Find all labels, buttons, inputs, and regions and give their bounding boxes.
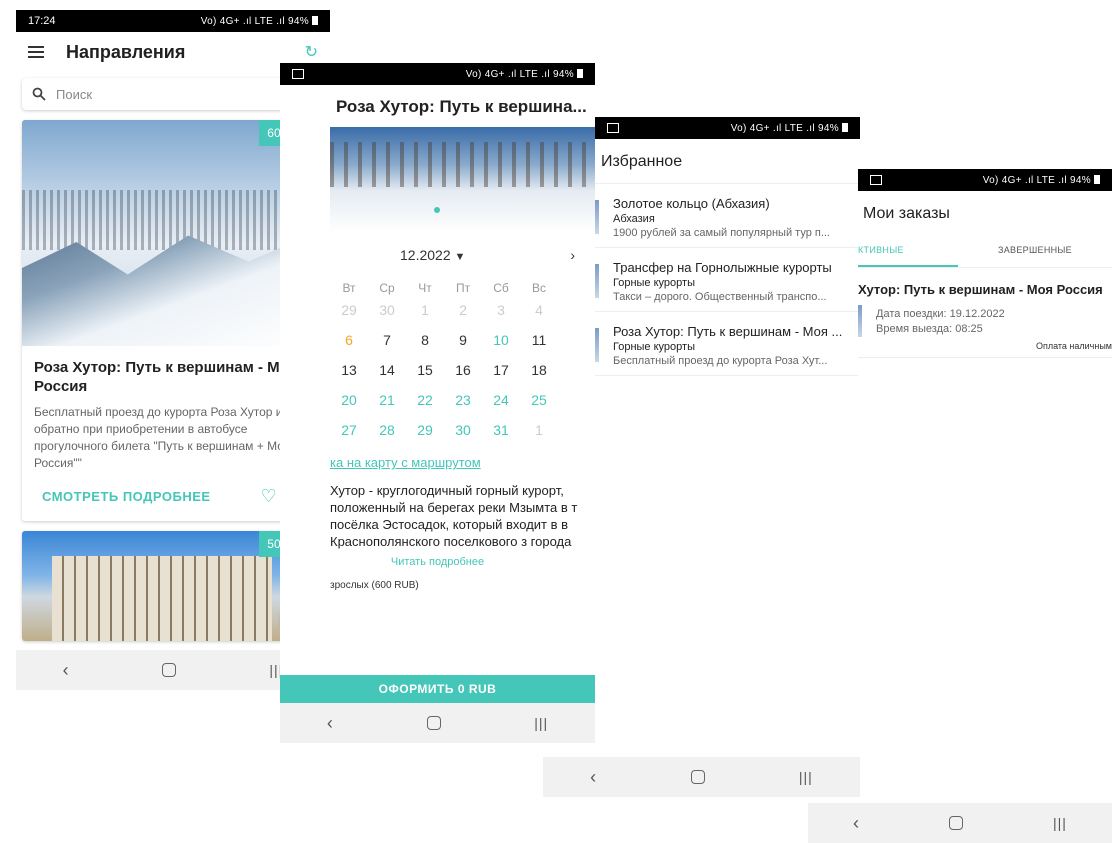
calendar-day: 30 <box>379 302 395 318</box>
home-icon[interactable] <box>690 770 705 784</box>
order-time: Время выезда: 08:25 <box>876 323 983 335</box>
menu-icon[interactable] <box>28 46 44 58</box>
back-icon[interactable]: ‹ <box>590 767 596 788</box>
home-icon[interactable] <box>949 816 964 830</box>
calendar-day[interactable]: 15 <box>406 355 444 385</box>
calendar-day[interactable]: 31 <box>482 415 520 445</box>
back-icon[interactable]: ‹ <box>327 713 333 734</box>
calendar-day[interactable]: 29 <box>406 415 444 445</box>
tour-title: Роза Хутор: Путь к вершинам - Моя Россия <box>34 359 298 395</box>
orders-tabs: КТИВНЫЕ ЗАВЕРШЕННЫЕ <box>858 235 1112 268</box>
calendar-day[interactable]: 14 <box>368 355 406 385</box>
order-title[interactable]: Хутор: Путь к вершинам - Моя Россия <box>858 268 1112 305</box>
gallery-icon <box>870 175 882 185</box>
favorite-thumbnail <box>595 264 599 298</box>
home-icon[interactable] <box>426 716 441 730</box>
calendar-day[interactable]: 27 <box>330 415 368 445</box>
heart-icon[interactable]: ♡ <box>261 486 277 507</box>
calendar-day[interactable]: 20 <box>330 385 368 415</box>
tour-image: 600 RUB <box>22 120 324 346</box>
month-selector[interactable]: 12.2022 ▼ <box>400 247 465 263</box>
status-bar: Vo) 4G+ .ıl LTE .ıl 94% <box>858 169 1112 191</box>
page-title: Направления <box>66 41 186 62</box>
calendar-day[interactable]: 7 <box>368 325 406 355</box>
tour-image: 500 RUB <box>22 531 324 641</box>
weekday-label: Пт <box>455 281 471 295</box>
tour-card[interactable]: 500 RUB <box>22 531 324 641</box>
tab-completed[interactable]: ЗАВЕРШЕННЫЕ <box>958 235 1112 267</box>
refresh-icon[interactable]: ↻ <box>305 42 318 62</box>
carousel-indicator <box>434 207 440 213</box>
calendar-day[interactable]: 9 <box>444 325 482 355</box>
calendar-day[interactable]: 23 <box>444 385 482 415</box>
weekday-label: Сб <box>493 281 509 295</box>
calendar-day-today[interactable]: 6 <box>330 325 368 355</box>
calendar-day[interactable]: 10 <box>482 325 520 355</box>
status-bar: Vo) 4G+ .ıl LTE .ıl 94% <box>280 63 595 85</box>
calendar-day[interactable]: 28 <box>368 415 406 445</box>
weekday-label: Чт <box>418 281 432 295</box>
calendar-day: 29 <box>341 302 357 318</box>
tab-active[interactable]: КТИВНЫЕ <box>858 235 958 267</box>
home-icon[interactable] <box>162 663 177 677</box>
system-nav-bar: ‹ ||| <box>808 803 1112 843</box>
calendar-day: 1 <box>421 302 429 318</box>
search-placeholder: Поиск <box>56 86 93 102</box>
calendar-day[interactable]: 13 <box>330 355 368 385</box>
calendar-day[interactable]: 16 <box>444 355 482 385</box>
dropdown-arrow-icon: ▼ <box>454 251 466 263</box>
calendar-day[interactable]: 24 <box>482 385 520 415</box>
payment-method: Оплата наличным <box>858 335 1112 358</box>
calendar-day[interactable]: 22 <box>406 385 444 415</box>
screen-my-orders: Vo) 4G+ .ıl LTE .ıl 94% Мои заказы КТИВН… <box>808 169 1112 843</box>
status-indicators: Vo) 4G+ .ıl LTE .ıl 94% <box>466 69 583 80</box>
calendar-day[interactable]: 17 <box>482 355 520 385</box>
favorite-thumbnail <box>595 200 599 234</box>
recents-icon[interactable]: ||| <box>1053 815 1067 831</box>
page-title: Мои заказы <box>863 205 950 222</box>
status-bar: Vo) 4G+ .ıl LTE .ıl 94% <box>595 117 860 139</box>
tour-description: Бесплатный проезд до курорта Роза Хутор … <box>34 405 291 470</box>
weekday-label: Ср <box>379 281 395 295</box>
back-icon[interactable]: ‹ <box>63 660 69 681</box>
favorite-thumbnail <box>595 328 599 362</box>
order-thumbnail <box>858 305 862 337</box>
calendar-day[interactable]: 8 <box>406 325 444 355</box>
gallery-icon <box>607 123 619 133</box>
calendar-day[interactable]: 21 <box>368 385 406 415</box>
tour-card[interactable]: 600 RUB Роза Хутор: Путь к вершинам - Мо… <box>22 120 324 521</box>
status-bar: 17:24 Vo) 4G+ .ıl LTE .ıl 94% <box>16 10 330 32</box>
calendar-day[interactable]: 30 <box>444 415 482 445</box>
status-time: 17:24 <box>28 15 56 27</box>
status-indicators: Vo) 4G+ .ıl LTE .ıl 94% <box>731 123 848 134</box>
calendar-day: 3 <box>497 302 505 318</box>
search-icon <box>32 87 46 101</box>
search-input[interactable]: Поиск <box>22 78 324 110</box>
status-indicators: Vo) 4G+ .ıl LTE .ıl 94% <box>983 175 1100 186</box>
more-details-button[interactable]: СМОТРЕТЬ ПОДРОБНЕЕ <box>42 489 211 504</box>
order-date: Дата поездки: 19.12.2022 <box>876 308 1005 320</box>
gallery-icon <box>292 69 304 79</box>
status-indicators: Vo) 4G+ .ıl LTE .ıl 94% <box>201 16 318 27</box>
weekday-label: Вт <box>342 281 356 295</box>
back-icon[interactable]: ‹ <box>853 813 859 834</box>
calendar-day: 2 <box>459 302 467 318</box>
